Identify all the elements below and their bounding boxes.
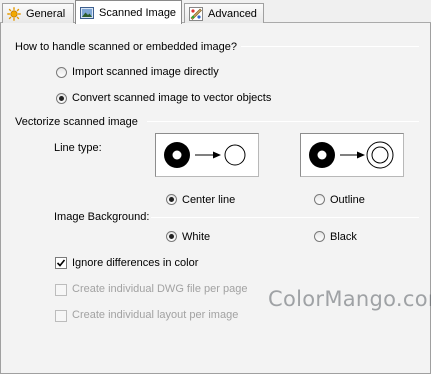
palette-icon [189,6,203,21]
handling-separator [241,46,419,47]
white-background-label[interactable]: White [182,231,210,243]
vectorize-heading: Vectorize scanned image [15,116,138,128]
tab-advanced-label: Advanced [208,7,257,20]
outline-preview-icon [309,141,394,169]
scanned-image-panel: How to handle scanned or embedded image?… [0,23,431,374]
picture-icon [80,6,94,19]
checkmark-icon [56,259,66,267]
layout-per-image-checkbox[interactable] [55,310,67,322]
black-background-radio[interactable] [314,231,325,242]
watermark: ColorMango.com [268,287,431,311]
import-directly-radio[interactable] [56,67,67,78]
handling-heading: How to handle scanned or embedded image? [15,41,237,53]
background-separator [151,217,419,218]
import-directly-label[interactable]: Import scanned image directly [72,66,219,78]
tab-general-label: General [26,7,66,20]
white-background-radio[interactable] [166,231,177,242]
tab-advanced[interactable]: Advanced [184,3,264,23]
tab-scanned-image-label: Scanned Image [99,6,177,19]
tab-strip: General Scanned Image Advanced [0,0,431,24]
dwg-per-page-label[interactable]: Create individual DWG file per page [72,283,247,295]
center-line-preview-icon [164,142,246,168]
outline-preview [300,133,404,177]
tab-general[interactable]: General [2,3,74,23]
convert-vector-radio[interactable] [56,93,67,104]
center-line-radio[interactable] [166,194,177,205]
ignore-color-checkbox[interactable] [55,257,67,269]
black-background-label[interactable]: Black [330,231,357,243]
center-line-preview [155,133,259,177]
layout-per-image-label[interactable]: Create individual layout per image [72,309,238,321]
convert-vector-label[interactable]: Convert scanned image to vector objects [72,92,271,104]
ignore-color-label[interactable]: Ignore differences in color [72,257,198,269]
outline-radio[interactable] [314,194,325,205]
center-line-label[interactable]: Center line [182,194,235,206]
sun-icon [7,6,21,21]
vectorize-separator [147,121,419,122]
image-background-label: Image Background: [54,211,150,223]
outline-label[interactable]: Outline [330,194,365,206]
line-type-label: Line type: [54,142,102,154]
dwg-per-page-checkbox[interactable] [55,284,67,296]
tab-scanned-image[interactable]: Scanned Image [75,0,182,24]
